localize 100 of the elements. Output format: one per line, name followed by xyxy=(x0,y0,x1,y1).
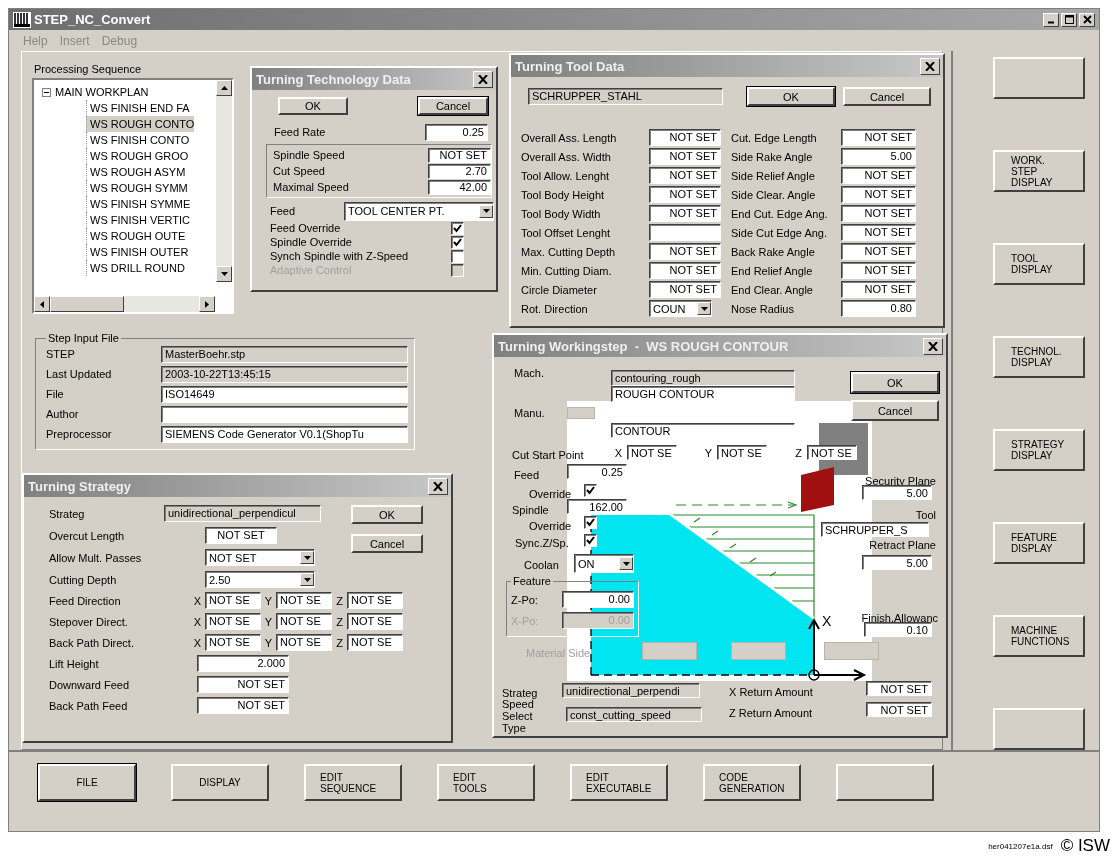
text-field[interactable]: NOT SET xyxy=(841,205,916,223)
text-field[interactable]: NOT SET xyxy=(205,527,277,545)
text-field[interactable]: NOT SET xyxy=(649,167,721,185)
side-button[interactable]: TECHNOL. DISPLAY xyxy=(993,336,1085,379)
blank-button[interactable] xyxy=(993,57,1085,100)
text-field[interactable]: NOT SET xyxy=(841,262,916,280)
dropdown[interactable]: COUN xyxy=(649,300,712,318)
tree-item[interactable]: WS FINISH SYMME xyxy=(86,196,191,213)
tree-item[interactable]: WS ROUGH OUTE xyxy=(86,228,186,245)
text-field[interactable]: NOT SE xyxy=(205,613,261,631)
text-field[interactable]: 42.00 xyxy=(428,179,491,195)
text-field[interactable]: NOT SET xyxy=(841,186,916,204)
text-field[interactable] xyxy=(161,405,408,423)
toolbar-button[interactable]: EDIT SEQUENCE xyxy=(304,764,402,802)
tree-item[interactable]: WS ROUGH CONTO xyxy=(86,116,195,133)
text-field[interactable]: 0.25 xyxy=(425,123,488,141)
text-field[interactable]: NOT SET xyxy=(649,205,721,223)
text-field[interactable]: 0.80 xyxy=(841,300,916,318)
vertical-scrollbar[interactable] xyxy=(216,80,232,283)
checkbox[interactable] xyxy=(584,516,597,530)
cancel-button[interactable]: Cancel xyxy=(851,400,939,422)
text-field[interactable]: NOT SET xyxy=(841,281,916,299)
close-button[interactable] xyxy=(428,477,448,495)
close-button[interactable] xyxy=(920,57,940,75)
scroll-left-icon[interactable] xyxy=(34,296,50,313)
toolbar-button[interactable]: DISPLAY xyxy=(171,764,269,802)
text-field[interactable]: NOT SET xyxy=(197,697,289,715)
minimize-button[interactable] xyxy=(1043,12,1059,27)
cancel-button[interactable]: Cancel xyxy=(351,534,423,554)
text-field[interactable]: const_cutting_speed xyxy=(566,707,702,723)
text-field[interactable]: NOT SE xyxy=(627,445,677,461)
text-field[interactable]: NOT SE xyxy=(717,445,767,461)
text-field[interactable]: NOT SE xyxy=(347,613,403,631)
horizontal-scrollbar[interactable] xyxy=(34,296,215,313)
tree-item[interactable]: WS FINISH OUTER xyxy=(86,244,189,261)
side-button[interactable]: WORK. STEP DISPLAY xyxy=(993,150,1085,193)
scroll-up-icon[interactable] xyxy=(216,80,232,97)
close-button[interactable] xyxy=(1079,12,1095,27)
side-button[interactable]: FEATURE DISPLAY xyxy=(993,522,1085,565)
scroll-right-icon[interactable] xyxy=(199,296,215,313)
text-field[interactable]: NOT SET xyxy=(841,243,916,261)
collapse-icon[interactable] xyxy=(42,87,51,97)
text-field[interactable]: NOT SE xyxy=(276,592,332,610)
text-field[interactable]: CONTOUR xyxy=(611,423,795,439)
text-field[interactable]: ROUGH CONTOUR xyxy=(611,386,795,403)
text-field[interactable]: 0.25 xyxy=(567,464,627,480)
tree-item[interactable]: WS FINISH CONTO xyxy=(86,132,190,149)
text-field[interactable]: NOT SE xyxy=(205,592,261,610)
tree-item[interactable]: WS DRILL ROUND xyxy=(86,260,185,277)
text-field[interactable]: 2003-10-22T13:45:15 xyxy=(161,365,408,383)
checkbox[interactable] xyxy=(584,484,597,498)
cancel-button[interactable]: Cancel xyxy=(843,87,931,107)
side-button[interactable]: TOOL DISPLAY xyxy=(993,243,1085,286)
ok-button[interactable]: OK xyxy=(851,372,939,394)
text-field[interactable]: NOT SET xyxy=(866,681,932,697)
text-field[interactable]: NOT SE xyxy=(276,634,332,652)
text-field[interactable]: 2.000 xyxy=(197,655,289,673)
dropdown[interactable]: 2.50 xyxy=(205,571,315,589)
ok-button[interactable]: OK xyxy=(747,87,835,107)
text-field[interactable]: NOT SET xyxy=(649,281,721,299)
blank-button[interactable] xyxy=(836,764,934,802)
scroll-thumb[interactable] xyxy=(50,296,124,313)
text-field[interactable]: NOT SE xyxy=(347,634,403,652)
text-field[interactable] xyxy=(567,407,595,420)
text-field[interactable]: contouring_rough xyxy=(611,370,795,387)
text-field[interactable]: NOT SET xyxy=(649,186,721,204)
text-field[interactable]: unidirectional_perpendicul xyxy=(164,505,321,523)
close-button[interactable] xyxy=(473,70,493,88)
text-field[interactable]: NOT SET xyxy=(649,262,721,280)
text-field[interactable]: NOT SET xyxy=(428,147,491,163)
text-field[interactable]: NOT SET xyxy=(841,129,916,147)
text-field[interactable]: NOT SET xyxy=(649,148,721,166)
text-field[interactable]: unidirectional_perpendi xyxy=(562,683,700,699)
text-field[interactable]: NOT SE xyxy=(276,613,332,631)
tree-item[interactable]: WS FINISH VERTIC xyxy=(86,212,191,229)
ok-button[interactable]: OK xyxy=(351,505,423,525)
checkbox[interactable] xyxy=(451,249,464,263)
checkbox[interactable] xyxy=(584,534,597,548)
cancel-button[interactable]: Cancel xyxy=(418,97,488,116)
text-field[interactable]: ISO14649 xyxy=(161,385,408,403)
text-field[interactable]: NOT SET xyxy=(866,702,932,718)
text-field[interactable]: 162.00 xyxy=(567,499,627,515)
dropdown[interactable]: TOOL CENTER PT. xyxy=(344,201,494,221)
text-field[interactable]: NOT SET xyxy=(841,167,916,185)
ok-button[interactable]: OK xyxy=(278,97,348,116)
text-field[interactable]: NOT SET xyxy=(649,129,721,147)
text-field[interactable]: 5.00 xyxy=(841,148,916,166)
toolbar-button[interactable]: CODE GENERATION xyxy=(703,764,801,802)
blank-button[interactable] xyxy=(993,708,1085,751)
text-field[interactable]: 5.00 xyxy=(862,555,932,571)
toolbar-button[interactable]: EDIT TOOLS xyxy=(437,764,535,802)
text-field[interactable]: NOT SE xyxy=(807,445,857,461)
toolbar-button[interactable]: EDIT EXECUTABLE xyxy=(570,764,668,802)
checkbox[interactable] xyxy=(451,221,464,235)
checkbox[interactable] xyxy=(451,235,464,249)
text-field[interactable]: NOT SE xyxy=(205,634,261,652)
tree-item[interactable]: WS ROUGH ASYM xyxy=(86,164,186,181)
toolbar-button[interactable]: FILE xyxy=(38,764,136,802)
text-field[interactable]: NOT SET xyxy=(841,224,916,242)
text-field[interactable] xyxy=(649,224,721,242)
